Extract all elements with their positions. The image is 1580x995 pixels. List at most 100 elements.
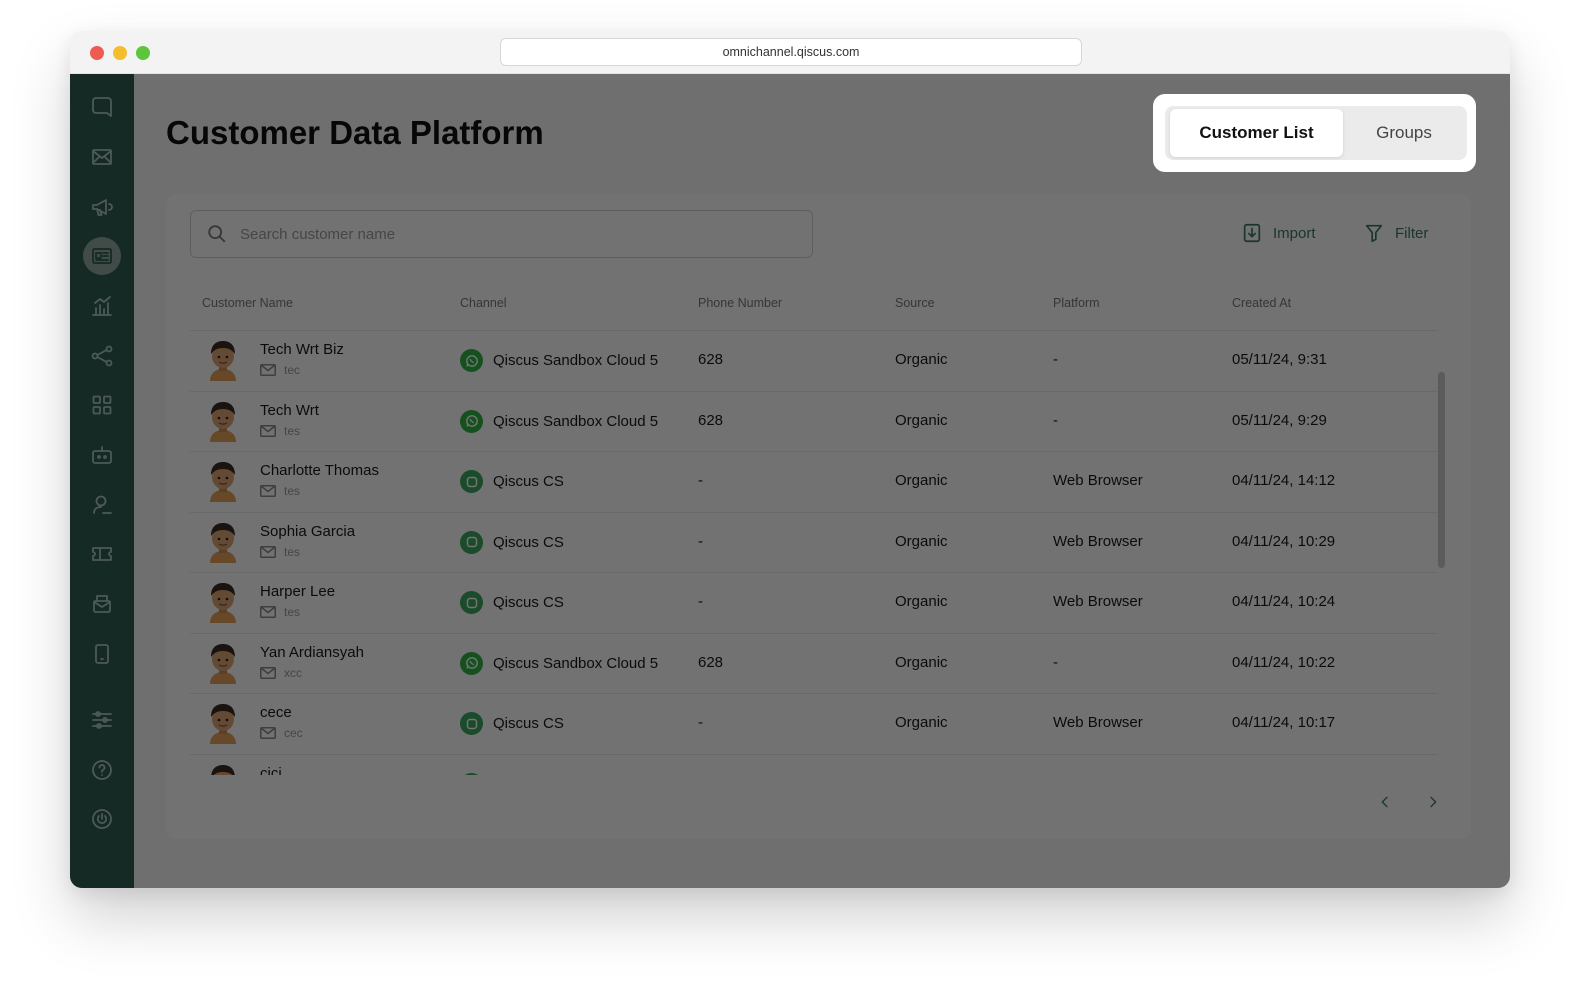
qiscus-logo-icon[interactable]	[83, 88, 121, 126]
platform: Web Browser	[1053, 593, 1143, 610]
avatar	[206, 763, 240, 775]
customer-email: tes	[260, 545, 306, 559]
email-icon	[260, 545, 276, 558]
channel-cell: Qiscus Sandbox Cloud 5	[460, 349, 658, 372]
table-row[interactable]: Charlotte Thomas tes Qiscus CS - Organic Web …	[190, 451, 1438, 511]
filter-button[interactable]: Filter	[1363, 222, 1428, 244]
qiscus-icon	[460, 530, 483, 554]
search-input[interactable]	[240, 225, 780, 243]
search-icon	[208, 225, 226, 243]
table-row[interactable]: cici	[190, 753, 1438, 776]
column-header-channel[interactable]: Channel	[460, 296, 507, 310]
avatar	[206, 642, 240, 684]
customer-name[interactable]: Charlotte Thomas	[260, 462, 379, 479]
phone-number: -	[698, 532, 703, 550]
email-icon	[260, 666, 276, 679]
avatar	[206, 521, 240, 563]
column-header-phone-number[interactable]: Phone Number	[698, 296, 782, 310]
column-header-source[interactable]: Source	[895, 296, 935, 310]
ticket-icon[interactable]	[83, 535, 121, 573]
table-row[interactable]: Yan Ardiansyah xcc Qiscus Sandbox Cloud 5 6…	[190, 632, 1438, 693]
customer-email-text: tes	[284, 484, 301, 498]
customer-email: tec	[260, 363, 306, 377]
customer-email: tes	[260, 484, 306, 498]
created-at: 04/11/24, 10:22	[1232, 653, 1336, 671]
created-at: 04/11/24, 10:29	[1232, 532, 1336, 550]
agent-icon[interactable]	[83, 486, 121, 524]
filter-icon	[1365, 224, 1383, 243]
address-bar[interactable]: omnichannel.qiscus.com	[500, 38, 1082, 66]
minimize-window-button[interactable]	[113, 46, 127, 60]
settings-sliders-icon[interactable]	[83, 701, 121, 739]
apps-icon[interactable]	[83, 386, 121, 424]
platform: Web Browser	[1053, 472, 1143, 489]
mailbox-icon[interactable]	[83, 585, 121, 623]
customer-table-body: Tech Wrt Biz tec Qiscus Sandbox Cloud 5 628…	[190, 330, 1438, 775]
inbox-icon[interactable]	[83, 138, 121, 176]
table-row[interactable]: cece cec Qiscus CS - Organic Web Browser 04/11…	[190, 693, 1438, 753]
channel-name: Qiscus Sandbox Cloud 5	[493, 654, 659, 672]
integration-icon[interactable]	[83, 337, 121, 375]
channel-name: Qiscus CS	[493, 473, 564, 490]
source: Organic	[895, 532, 948, 550]
phone-number: 628	[698, 653, 724, 671]
import-button[interactable]: Import	[1241, 222, 1316, 244]
column-header-created-at[interactable]: Created At	[1232, 296, 1291, 310]
customer-name[interactable]: cece	[260, 704, 292, 721]
main-content: Customer Data Platform Import Filter Cus…	[134, 74, 1510, 888]
table-row[interactable]: Tech Wrt tes Qiscus Sandbox Cloud 5 628 Orga…	[190, 390, 1438, 451]
created-at: 04/11/24, 14:12	[1232, 472, 1336, 489]
customer-name[interactable]: Sophia Garcia	[260, 523, 355, 540]
close-window-button[interactable]	[90, 46, 104, 60]
analytics-icon[interactable]	[83, 287, 121, 325]
table-row[interactable]: Tech Wrt Biz tec Qiscus Sandbox Cloud 5 628…	[190, 330, 1438, 390]
customer-name[interactable]: Yan Ardiansyah	[260, 644, 364, 661]
previous-page-button[interactable]	[1372, 789, 1398, 815]
column-header-platform[interactable]: Platform	[1053, 296, 1100, 310]
avatar	[206, 702, 240, 744]
customer-table-card: Import Filter Customer Name Channel Phon…	[166, 194, 1471, 839]
customer-email-text: cec	[284, 726, 303, 740]
maximize-window-button[interactable]	[136, 46, 150, 60]
customer-name[interactable]: Harper Lee	[260, 583, 335, 600]
email-icon	[260, 364, 276, 376]
power-icon[interactable]	[83, 800, 121, 838]
browser-titlebar: omnichannel.qiscus.com	[70, 31, 1510, 74]
view-switcher: Customer List Groups	[1153, 94, 1476, 172]
mobile-icon[interactable]	[83, 635, 121, 673]
platform: -	[1053, 653, 1058, 671]
source: Organic	[895, 714, 948, 731]
page-title: Customer Data Platform	[166, 114, 544, 151]
platform: -	[1053, 411, 1058, 429]
whatsapp-icon	[460, 651, 483, 675]
next-page-button[interactable]	[1420, 789, 1446, 815]
qiscus-icon	[460, 591, 483, 614]
table-scrollbar[interactable]	[1438, 372, 1445, 568]
avatar	[206, 460, 240, 502]
customer-email-text: xcc	[284, 665, 302, 680]
created-at: 04/11/24, 10:17	[1232, 714, 1336, 731]
platform: Web Browser	[1053, 532, 1143, 550]
table-row[interactable]: Harper Lee tes Qiscus CS - Organic Web Browse…	[190, 572, 1438, 632]
platform: Web Browser	[1053, 714, 1143, 731]
channel-cell: Qiscus CS	[460, 712, 564, 735]
bot-icon[interactable]	[83, 436, 121, 474]
chevron-left-icon	[1381, 796, 1388, 808]
tab-groups[interactable]: Groups	[1345, 109, 1463, 157]
created-at: 04/11/24, 10:24	[1232, 593, 1336, 610]
source: Organic	[895, 653, 948, 671]
customer-data-icon[interactable]	[83, 237, 121, 275]
megaphone-icon[interactable]	[83, 188, 121, 226]
email-icon	[260, 424, 276, 437]
tab-customer-list[interactable]: Customer List	[1170, 109, 1343, 157]
chevron-right-icon	[1430, 796, 1437, 808]
customer-name[interactable]: cici	[260, 765, 282, 776]
help-icon[interactable]	[83, 751, 121, 789]
phone-number: -	[698, 593, 703, 610]
search-box[interactable]	[190, 210, 813, 258]
customer-name[interactable]: Tech Wrt	[260, 402, 319, 419]
table-row[interactable]: Sophia Garcia tes Qiscus CS - Organic Web Bro…	[190, 511, 1438, 572]
channel-name: Qiscus CS	[493, 594, 564, 611]
customer-name[interactable]: Tech Wrt Biz	[260, 341, 344, 358]
column-header-customer-name[interactable]: Customer Name	[202, 296, 293, 310]
